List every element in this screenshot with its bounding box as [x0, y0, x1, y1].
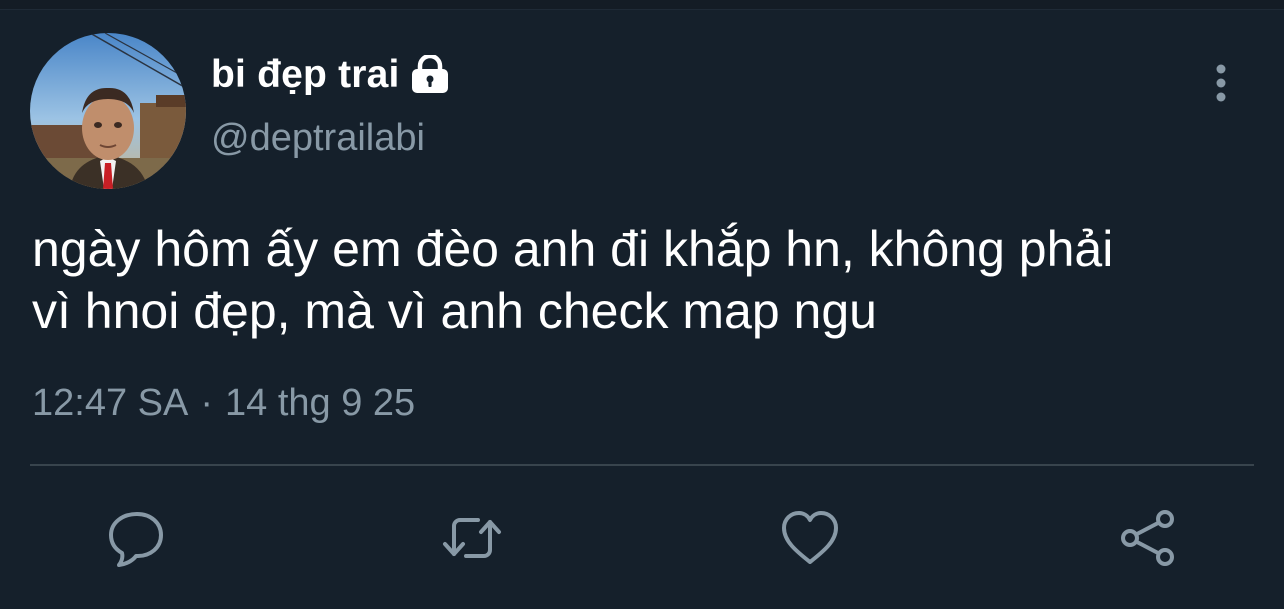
share-icon — [1121, 510, 1174, 566]
user-handle[interactable]: @deptrailabi — [211, 117, 425, 160]
share-button[interactable] — [1118, 508, 1178, 568]
retweet-icon — [443, 518, 501, 558]
reply-button[interactable] — [106, 508, 166, 568]
timestamp[interactable]: 12:47 SA · 14 thg 9 25 — [32, 382, 415, 425]
tweet-time: 12:47 SA — [32, 382, 189, 424]
tweet-date: 14 thg 9 25 — [225, 382, 416, 424]
author-name-row: bi đẹp trai — [211, 52, 450, 98]
heart-icon — [782, 511, 838, 564]
tweet-text-line-2: vì hnoi đẹp, mà vì anh check map ngu — [32, 283, 877, 339]
display-name[interactable]: bi đẹp trai — [211, 53, 400, 97]
tweet-card: bi đẹp trai @deptrailabi ngày hôm ấy em … — [0, 0, 1284, 609]
retweet-button[interactable] — [442, 508, 502, 568]
avatar[interactable] — [30, 33, 186, 189]
timestamp-separator: · — [200, 382, 213, 424]
tweet-text-line-1: ngày hôm ấy em đèo anh đi khắp hn, không… — [32, 221, 1114, 277]
tweet-text: ngày hôm ấy em đèo anh đi khắp hn, không… — [32, 218, 1272, 342]
more-vertical-icon[interactable] — [1206, 63, 1236, 103]
comment-bubble-icon — [109, 512, 163, 567]
like-button[interactable] — [780, 508, 840, 568]
divider — [30, 464, 1254, 466]
lock-icon — [410, 53, 450, 95]
